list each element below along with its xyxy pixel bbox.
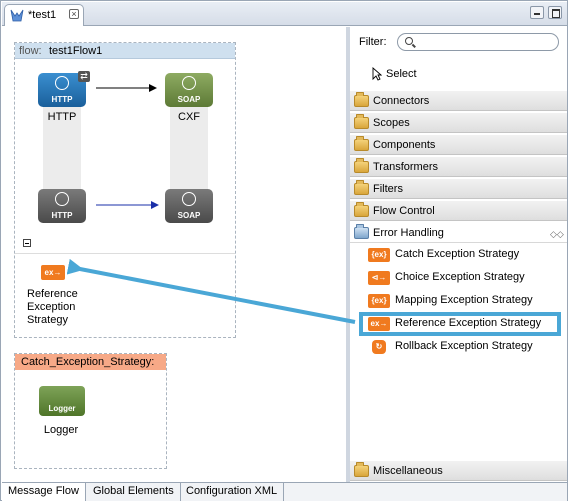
select-tool[interactable]: Select: [386, 68, 417, 80]
folder-icon: [354, 92, 369, 107]
http-icon-text-out: HTTP: [51, 211, 73, 220]
filter-field[interactable]: [397, 33, 559, 51]
pointer-icon: [372, 67, 382, 81]
category-scopes[interactable]: Scopes: [350, 112, 567, 133]
minimize-button[interactable]: [530, 6, 544, 19]
flow-name: test1Flow1: [49, 45, 103, 57]
reference-exception-label: Reference Exception Strategy: [27, 288, 78, 327]
catch-strategy-title: Catch_Exception_Strategy:: [21, 356, 155, 368]
item-label: Reference Exception Strategy: [395, 317, 542, 329]
flow-canvas[interactable]: flow: test1Flow1 HTTP ⇄ HTTP SOAP CXF HT…: [2, 27, 346, 482]
palette-panel: Filter: Select Connectors Scopes Compone…: [350, 27, 567, 482]
exception-section-divider: [15, 253, 235, 254]
filter-input[interactable]: [418, 35, 553, 49]
open-folder-icon: [354, 224, 369, 239]
category-label: Components: [373, 139, 436, 151]
close-icon[interactable]: ×: [69, 9, 79, 19]
catch-exception-icon: {ex}: [368, 248, 390, 262]
http-outbound-node[interactable]: HTTP: [38, 189, 86, 223]
category-label: Connectors: [373, 95, 430, 107]
item-label: Mapping Exception Strategy: [395, 294, 533, 306]
layout-toggle-icon[interactable]: ◇◇: [550, 229, 564, 240]
reference-exception-icon: ex→: [368, 317, 390, 331]
tab-configuration-xml[interactable]: Configuration XML: [180, 483, 285, 501]
exchange-pattern-icon[interactable]: ⇄: [78, 71, 90, 82]
flow-container[interactable]: flow: test1Flow1 HTTP ⇄ HTTP SOAP CXF HT…: [14, 42, 236, 338]
folder-icon: [354, 114, 369, 129]
category-label: Flow Control: [373, 205, 435, 217]
soap-icon-text: SOAP: [177, 95, 201, 104]
category-connectors[interactable]: Connectors: [350, 90, 567, 111]
mule-icon: [10, 9, 24, 22]
http-icon-text: HTTP: [51, 95, 73, 104]
folder-icon: [354, 202, 369, 217]
item-label: Choice Exception Strategy: [395, 271, 525, 283]
catch-exception-strategy-container[interactable]: Catch_Exception_Strategy: Logger Logger: [14, 353, 167, 469]
item-label: Catch Exception Strategy: [395, 248, 520, 260]
tab-test1[interactable]: *test1 ×: [4, 4, 84, 26]
category-transformers[interactable]: Transformers: [350, 156, 567, 177]
item-label: Rollback Exception Strategy: [395, 340, 533, 352]
palette-item-rollback-exception[interactable]: ↻ Rollback Exception Strategy: [350, 336, 567, 358]
palette-item-reference-exception[interactable]: ex→ Reference Exception Strategy: [350, 312, 567, 336]
cxf-inbound-node[interactable]: SOAP: [165, 73, 213, 107]
cxf-node-label: CXF: [178, 111, 200, 123]
tab-global-elements[interactable]: Global Elements: [87, 483, 181, 501]
soap-icon-text-out: SOAP: [177, 211, 201, 220]
globe-icon: [55, 76, 69, 90]
mapping-exception-icon: {ex}: [368, 294, 390, 308]
category-label: Miscellaneous: [373, 465, 443, 477]
rollback-exception-icon: ↻: [372, 340, 386, 354]
collapse-toggle-icon[interactable]: [23, 239, 31, 247]
category-miscellaneous[interactable]: Miscellaneous: [350, 460, 567, 481]
flow-label-key: flow:: [19, 45, 42, 57]
editor-tab-bar: *test1 ×: [2, 2, 567, 26]
logger-label: Logger: [43, 424, 79, 436]
cxf-outbound-node[interactable]: SOAP: [165, 189, 213, 223]
folder-icon: [354, 180, 369, 195]
folder-icon: [354, 136, 369, 151]
logger-node[interactable]: Logger: [39, 386, 85, 416]
palette-item-choice-exception[interactable]: ⊲→ Choice Exception Strategy: [350, 267, 567, 289]
tab-message-flow[interactable]: Message Flow: [2, 483, 86, 501]
globe-icon: [182, 76, 196, 90]
category-label: Scopes: [373, 117, 410, 129]
exception-label-line: Strategy: [27, 314, 68, 326]
category-components[interactable]: Components: [350, 134, 567, 155]
reference-exception-node[interactable]: ex→: [41, 265, 65, 280]
flow-header: flow: test1Flow1: [15, 43, 235, 59]
category-label: Error Handling: [373, 227, 444, 239]
bottom-tab-bar: Message Flow Global Elements Configurati…: [2, 482, 567, 501]
exception-label-line: Exception: [27, 301, 76, 313]
maximize-button[interactable]: [548, 6, 562, 19]
filter-label: Filter:: [359, 36, 387, 48]
exception-label-line: Reference: [27, 288, 78, 300]
editor-window: *test1 × flow: test1Flow1 HTTP ⇄ HTTP SO…: [0, 0, 568, 501]
folder-icon: [354, 462, 369, 477]
category-flow-control[interactable]: Flow Control: [350, 200, 567, 221]
tab-title: *test1: [28, 9, 57, 21]
folder-icon: [354, 158, 369, 173]
logger-icon-text: Logger: [48, 404, 76, 413]
category-filters[interactable]: Filters: [350, 178, 567, 199]
palette-item-mapping-exception[interactable]: {ex} Mapping Exception Strategy: [350, 290, 567, 312]
globe-icon: [182, 192, 196, 206]
category-error-handling[interactable]: Error Handling ◇◇: [350, 222, 567, 243]
category-label: Filters: [373, 183, 403, 195]
http-node-label: HTTP: [47, 111, 77, 123]
globe-icon: [55, 192, 69, 206]
search-icon: [405, 37, 413, 45]
catch-strategy-header: Catch_Exception_Strategy:: [15, 354, 166, 370]
category-label: Transformers: [373, 161, 438, 173]
palette-item-catch-exception[interactable]: {ex} Catch Exception Strategy: [350, 244, 567, 266]
choice-exception-icon: ⊲→: [368, 271, 390, 285]
